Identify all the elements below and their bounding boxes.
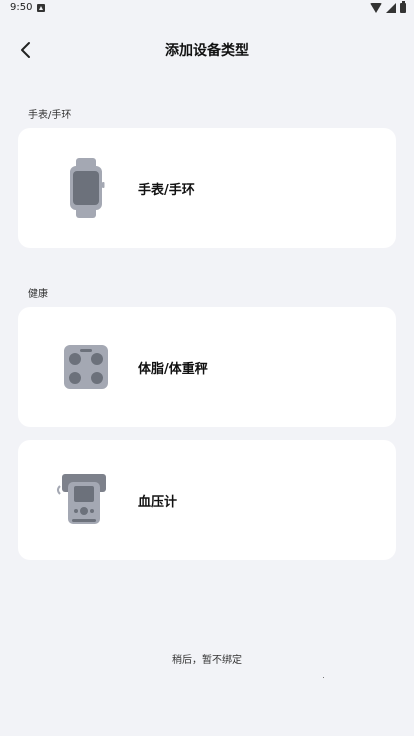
device-type-label: 血压计 [138, 495, 178, 510]
blood-pressure-monitor-icon [57, 474, 106, 524]
device-type-card-scale[interactable]: 体脂/体重秤 [18, 307, 396, 427]
battery-icon [400, 1, 406, 13]
status-icons [370, 1, 406, 13]
section-label-watch: 手表/手环 [28, 110, 72, 121]
skip-binding-link[interactable]: 稍后，暂不绑定 [0, 651, 414, 666]
wifi-icon [370, 3, 382, 13]
signal-icon [386, 3, 396, 13]
status-bar: 9:50 [0, 0, 414, 18]
divider-dot [323, 677, 324, 678]
section-label-health: 健康 [28, 289, 48, 300]
device-type-label: 手表/手环 [138, 183, 195, 198]
body-fat-scale-icon [64, 345, 108, 389]
status-time: 9:50 [10, 2, 33, 13]
device-type-label: 体脂/体重秤 [138, 362, 208, 377]
device-type-card-watch[interactable]: 手表/手环 [18, 128, 396, 248]
notification-icon [37, 4, 45, 12]
nav-bar: 添加设备类型 [0, 30, 414, 70]
page-title: 添加设备类型 [165, 43, 249, 59]
device-type-card-blood-pressure[interactable]: 血压计 [18, 440, 396, 560]
smartwatch-icon [70, 158, 105, 218]
